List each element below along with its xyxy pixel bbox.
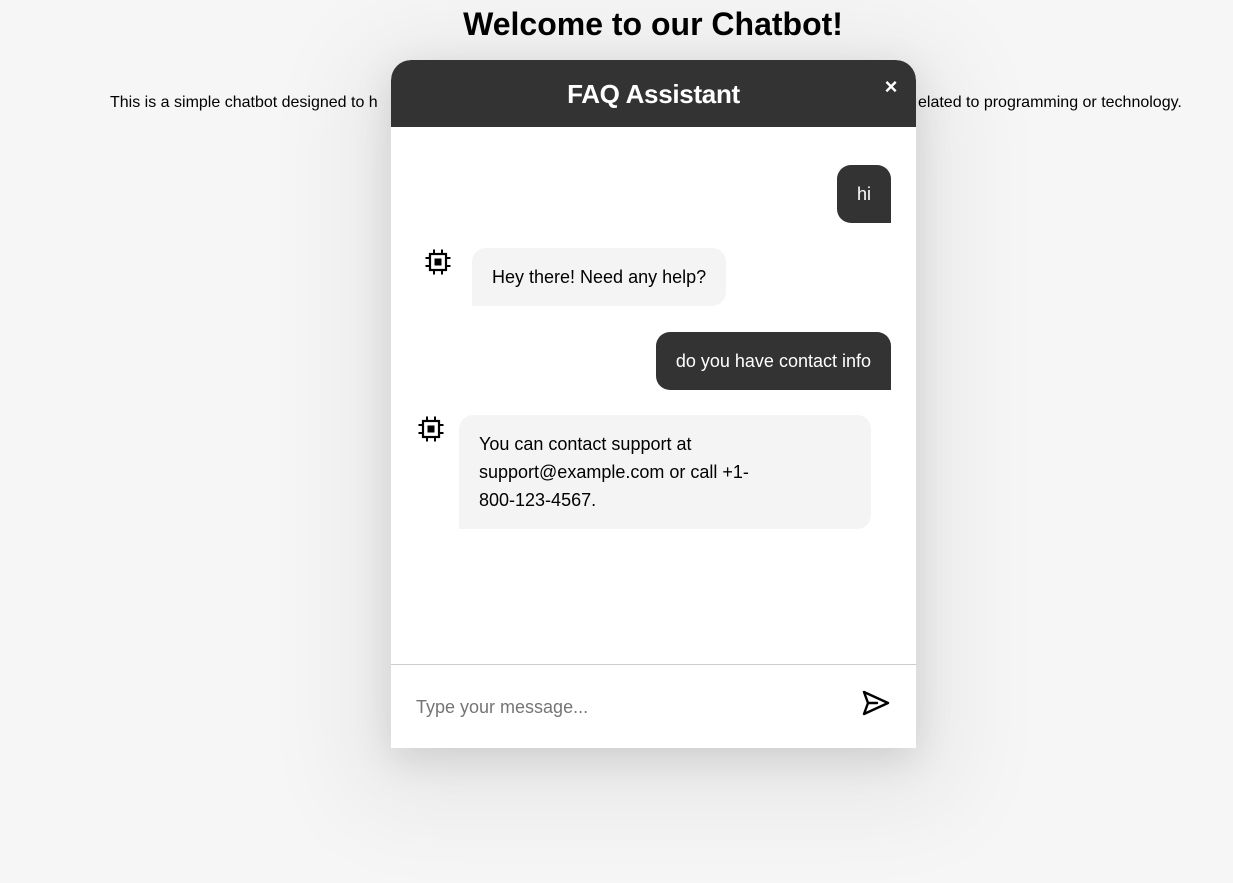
bot-message: Hey there! Need any help? xyxy=(472,248,727,306)
page-description-left: This is a simple chatbot designed to h xyxy=(110,94,378,111)
input-area xyxy=(391,664,916,748)
chat-header: FAQ Assistant × xyxy=(391,60,916,127)
chip-icon xyxy=(425,249,451,275)
page-title: Welcome to our Chatbot! xyxy=(463,6,843,42)
chip-icon xyxy=(418,416,444,442)
message-input[interactable] xyxy=(416,689,836,725)
page-description-right: elated to programming or technology. xyxy=(918,94,1182,111)
user-message: hi xyxy=(836,165,891,223)
user-message: do you have contact info xyxy=(655,332,891,390)
bot-message: You can contact support at support@examp… xyxy=(459,415,871,529)
chat-window: FAQ Assistant × hi Hey there! Need any h… xyxy=(391,60,916,748)
bot-message-text: You can contact support at support@examp… xyxy=(479,434,749,510)
send-icon[interactable] xyxy=(861,689,891,719)
chat-title: FAQ Assistant xyxy=(567,79,740,109)
page: Welcome to our Chatbot! This is a simple… xyxy=(0,0,1233,883)
message-list: hi Hey there! Need any help? do you have… xyxy=(391,127,916,664)
close-icon[interactable]: × xyxy=(880,76,902,98)
